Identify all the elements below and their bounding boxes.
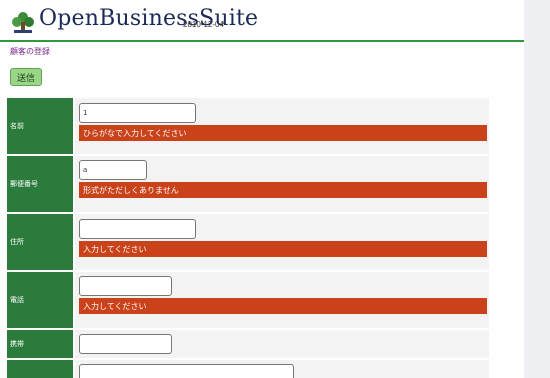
header-divider <box>0 40 524 42</box>
field-label-name: 名前 <box>7 98 73 154</box>
form-row-phone: 電話 入力してください <box>7 272 489 328</box>
form-row-address: 住所 入力してください <box>7 214 489 270</box>
address-input[interactable] <box>79 219 196 239</box>
address-error: 入力してください <box>79 241 487 257</box>
field-cell-name: ひらがなで入力してください <box>75 98 489 154</box>
logo-icon <box>12 12 34 33</box>
header: OpenBusinessSuite 2010-12-04 <box>0 0 524 41</box>
field-cell-mobile <box>75 330 489 358</box>
submit-button[interactable]: 送信 <box>10 68 42 86</box>
field-label-postal-code: 郵便番号 <box>7 156 73 212</box>
right-side-panel <box>524 0 550 378</box>
phone-error: 入力してください <box>79 298 487 314</box>
form-row-mobile: 携帯 <box>7 330 489 358</box>
page-title: 顧客の登録 <box>10 47 50 56</box>
next-field-input[interactable] <box>79 364 294 378</box>
field-label-mobile: 携帯 <box>7 330 73 358</box>
phone-input[interactable] <box>79 276 172 296</box>
form-row-next <box>7 360 489 378</box>
postal-code-input[interactable] <box>79 160 147 180</box>
header-date: 2010-12-04 <box>183 20 224 29</box>
field-label-next <box>7 360 73 378</box>
form-row-postal-code: 郵便番号 形式がただしくありません <box>7 156 489 212</box>
field-cell-address: 入力してください <box>75 214 489 270</box>
postal-code-error: 形式がただしくありません <box>79 182 487 198</box>
name-input[interactable] <box>79 103 196 123</box>
name-error: ひらがなで入力してください <box>79 125 487 141</box>
mobile-input[interactable] <box>79 334 172 354</box>
field-cell-phone: 入力してください <box>75 272 489 328</box>
main-page: OpenBusinessSuite 2010-12-04 顧客の登録 送信 名前… <box>0 0 524 378</box>
field-cell-next <box>75 360 489 378</box>
form-row-name: 名前 ひらがなで入力してください <box>7 98 489 154</box>
logo-text: OpenBusinessSuite <box>39 6 259 31</box>
field-cell-postal-code: 形式がただしくありません <box>75 156 489 212</box>
field-label-address: 住所 <box>7 214 73 270</box>
field-label-phone: 電話 <box>7 272 73 328</box>
